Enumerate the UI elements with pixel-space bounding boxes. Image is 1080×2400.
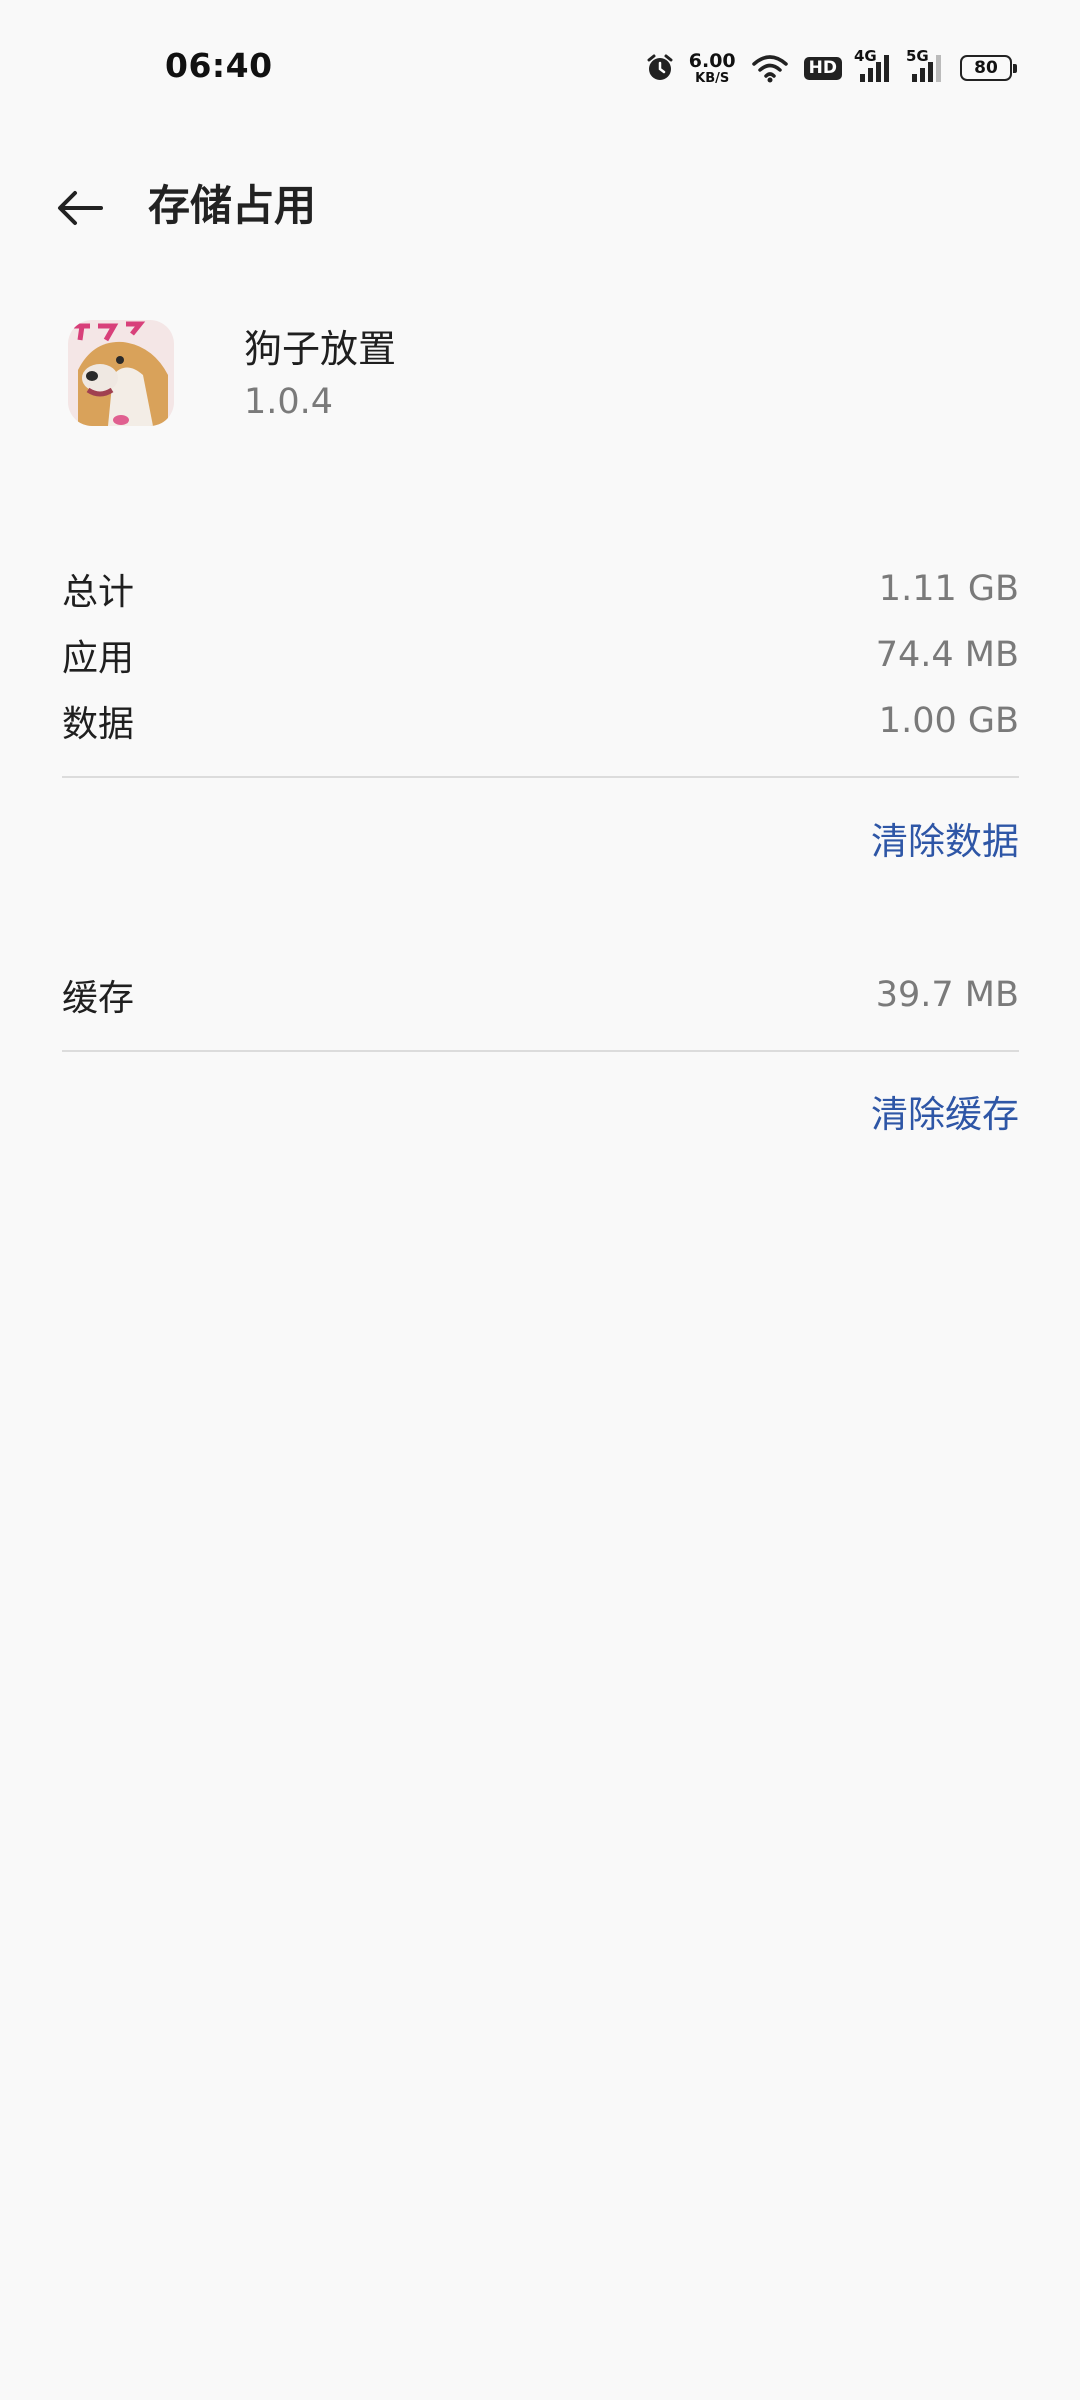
cache-label: 缓存 — [62, 978, 135, 1019]
back-arrow-icon — [58, 191, 103, 225]
network-speed-unit: KB/S — [695, 70, 730, 86]
divider — [62, 1050, 1019, 1052]
status-bar: 06:40 6.00 KB/S HD 4G 5G 80 — [0, 0, 1080, 135]
wifi-icon — [750, 52, 790, 84]
network-5g-label: 5G — [906, 47, 929, 65]
cache-row: 缓存 39.7 MB — [62, 965, 1019, 1025]
status-icons: 6.00 KB/S HD 4G 5G 80 — [645, 46, 1017, 90]
divider — [62, 776, 1019, 778]
battery-level: 80 — [974, 58, 998, 78]
network-speed-value: 6.00 — [688, 49, 736, 72]
row-label: 数据 — [62, 704, 135, 745]
back-button[interactable] — [40, 168, 120, 248]
row-value: 74.4 MB — [875, 635, 1019, 675]
page-title: 存储占用 — [148, 181, 317, 230]
row-value: 1.00 GB — [878, 701, 1019, 741]
signal-5g: 5G — [906, 47, 946, 84]
network-speed: 6.00 KB/S — [688, 49, 736, 86]
hd-voice-badge: HD — [803, 56, 842, 80]
storage-row-app: 应用 74.4 MB — [62, 625, 1019, 685]
app-bar: 存储占用 — [0, 150, 1080, 260]
status-time: 06:40 — [165, 46, 273, 85]
app-version: 1.0.4 — [244, 382, 334, 422]
clear-data-button[interactable]: 清除数据 — [871, 811, 1019, 865]
app-info: 狗子放置 1.0.4 — [0, 300, 1080, 460]
row-label: 应用 — [62, 638, 135, 679]
alarm-icon — [645, 53, 675, 83]
clear-cache-button[interactable]: 清除缓存 — [871, 1084, 1019, 1138]
battery-icon: 80 — [960, 55, 1017, 81]
app-name: 狗子放置 — [244, 327, 397, 371]
storage-row-data: 数据 1.00 GB — [62, 691, 1019, 751]
row-label: 总计 — [62, 572, 135, 613]
signal-4g: 4G — [854, 47, 894, 84]
screen: 06:40 6.00 KB/S HD 4G 5G 80 存储占用 狗子放置 1.… — [0, 0, 1080, 2400]
row-value: 1.11 GB — [878, 569, 1019, 609]
storage-row-total: 总计 1.11 GB — [62, 559, 1019, 619]
app-icon — [68, 320, 174, 426]
network-4g-label: 4G — [854, 47, 877, 65]
cache-value: 39.7 MB — [875, 975, 1019, 1015]
